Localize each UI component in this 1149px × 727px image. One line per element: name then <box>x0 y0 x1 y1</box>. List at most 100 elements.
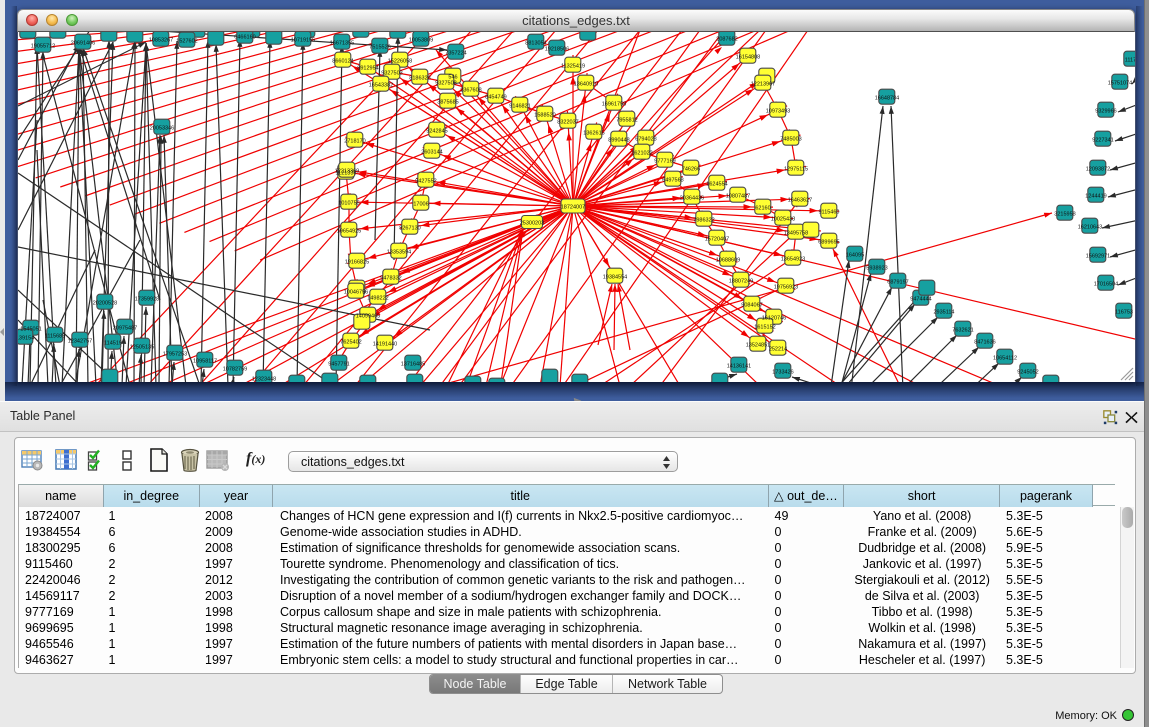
svg-text:11174: 11174 <box>1125 58 1135 64</box>
svg-text:8813054: 8813054 <box>525 41 546 47</box>
svg-text:16210643: 16210643 <box>1078 225 1102 231</box>
svg-text:9457791: 9457791 <box>328 362 349 368</box>
svg-text:12213967: 12213967 <box>751 82 775 88</box>
svg-text:116753: 116753 <box>1115 310 1133 316</box>
svg-text:2603144: 2603144 <box>421 150 442 156</box>
svg-text:12093872: 12093872 <box>1086 167 1110 173</box>
svg-text:15720407: 15720407 <box>705 237 729 243</box>
svg-text:30975487: 30975487 <box>113 326 137 332</box>
svg-text:1244419: 1244419 <box>1085 194 1106 200</box>
svg-text:6879197: 6879197 <box>887 280 908 286</box>
svg-text:164095: 164095 <box>846 253 864 259</box>
svg-text:2087682: 2087682 <box>716 37 737 43</box>
svg-text:16648784: 16648784 <box>875 96 899 102</box>
svg-text:7357224: 7357224 <box>445 51 466 57</box>
svg-text:3875685: 3875685 <box>437 100 458 106</box>
svg-text:1010755: 1010755 <box>338 201 359 207</box>
svg-text:1527602: 1527602 <box>176 39 197 45</box>
svg-text:13654923: 13654923 <box>781 257 805 263</box>
svg-text:13640910: 13640910 <box>574 82 598 88</box>
svg-text:17957253: 17957253 <box>163 352 187 358</box>
svg-text:6497568: 6497568 <box>662 178 683 184</box>
svg-text:8471636: 8471636 <box>974 340 995 346</box>
svg-text:8454749: 8454749 <box>485 95 506 101</box>
svg-text:15751074: 15751074 <box>1108 81 1132 87</box>
svg-text:8990448: 8990448 <box>608 138 629 144</box>
svg-text:18724007: 18724007 <box>561 205 585 211</box>
svg-text:18807249: 18807249 <box>729 279 753 285</box>
svg-text:9245052: 9245052 <box>1017 370 1038 376</box>
svg-text:2935114: 2935114 <box>933 310 954 316</box>
svg-text:9478332: 9478332 <box>380 276 401 282</box>
svg-text:746266: 746266 <box>682 167 700 173</box>
svg-text:1621022: 1621022 <box>631 151 652 157</box>
svg-text:16463627: 16463627 <box>788 198 812 204</box>
svg-text:10654112: 10654112 <box>993 356 1017 362</box>
svg-text:1545051: 1545051 <box>20 327 41 333</box>
svg-text:20691406: 20691406 <box>71 41 95 47</box>
svg-text:11325419: 11325419 <box>561 64 585 70</box>
svg-text:13495758: 13495758 <box>784 231 808 237</box>
svg-text:9474444: 9474444 <box>910 297 931 303</box>
svg-text:12342757: 12342757 <box>68 339 92 345</box>
svg-text:14136141: 14136141 <box>727 364 751 370</box>
svg-text:14191440: 14191440 <box>373 342 397 348</box>
svg-text:2718170: 2718170 <box>344 139 365 145</box>
svg-text:10782759: 10782759 <box>223 367 247 373</box>
svg-text:19055712: 19055712 <box>31 44 55 50</box>
svg-text:17016504: 17016504 <box>1094 282 1118 288</box>
svg-text:10688609: 10688609 <box>716 258 740 264</box>
svg-text:1115689: 1115689 <box>45 334 66 340</box>
svg-text:9084067: 9084067 <box>741 303 762 309</box>
svg-text:17006: 17006 <box>413 202 428 208</box>
svg-text:2367608: 2367608 <box>460 88 481 94</box>
svg-text:20053346: 20053346 <box>150 126 174 132</box>
svg-text:16120746: 16120746 <box>762 316 786 322</box>
svg-text:12505135: 12505135 <box>130 345 154 351</box>
svg-text:6794028: 6794028 <box>635 137 656 143</box>
svg-text:20200528: 20200528 <box>93 301 117 307</box>
svg-text:19654925: 19654925 <box>337 229 361 235</box>
svg-text:12323448: 12323448 <box>252 377 276 383</box>
svg-text:9329966: 9329966 <box>1095 109 1116 115</box>
svg-text:1588520: 1588520 <box>534 113 555 119</box>
svg-text:5938923: 5938923 <box>866 266 887 272</box>
svg-text:9227341: 9227341 <box>1092 138 1113 144</box>
svg-text:16543382: 16543382 <box>369 83 393 89</box>
svg-text:8660124: 8660124 <box>332 59 353 65</box>
svg-text:19166825: 19166825 <box>345 260 369 266</box>
svg-text:9115460: 9115460 <box>818 210 839 216</box>
svg-text:8322037: 8322037 <box>557 120 578 126</box>
svg-text:8186328: 8186328 <box>409 76 430 82</box>
svg-text:252214: 252214 <box>769 347 787 353</box>
svg-text:25300203: 25300203 <box>520 221 544 227</box>
svg-text:16961758: 16961758 <box>602 102 626 108</box>
svg-text:62160: 62160 <box>755 206 770 212</box>
svg-text:20364436: 20364436 <box>680 196 704 202</box>
svg-text:12213369: 12213369 <box>335 169 359 175</box>
svg-text:13524851: 13524851 <box>746 343 770 349</box>
svg-text:7986322: 7986322 <box>693 218 714 224</box>
svg-text:9327508: 9327508 <box>435 81 456 87</box>
svg-text:9777169: 9777169 <box>654 159 675 165</box>
svg-text:7632621: 7632621 <box>952 328 973 334</box>
svg-text:19756923: 19756923 <box>774 285 798 291</box>
svg-text:12975115: 12975115 <box>784 167 808 173</box>
svg-text:16154808: 16154808 <box>736 55 760 61</box>
svg-text:10973493: 10973493 <box>766 109 790 115</box>
svg-text:8267130: 8267130 <box>399 226 420 232</box>
svg-text:15692971: 15692971 <box>1086 254 1110 260</box>
svg-text:10853267: 10853267 <box>149 38 173 44</box>
svg-text:14099465: 14099465 <box>356 314 380 320</box>
svg-text:16671355: 16671355 <box>330 41 354 47</box>
svg-text:19218506: 19218506 <box>545 47 569 53</box>
svg-text:10025438: 10025438 <box>771 217 795 223</box>
svg-text:1615152: 1615152 <box>754 325 775 331</box>
svg-text:13353594: 13353594 <box>387 250 411 256</box>
svg-text:10046756: 10046756 <box>344 290 368 296</box>
svg-text:9242845: 9242845 <box>426 129 447 135</box>
svg-text:7485003: 7485003 <box>780 137 801 143</box>
svg-text:139154: 139154 <box>18 336 34 342</box>
svg-text:10053809: 10053809 <box>409 38 433 44</box>
svg-text:114519: 114519 <box>104 341 122 347</box>
